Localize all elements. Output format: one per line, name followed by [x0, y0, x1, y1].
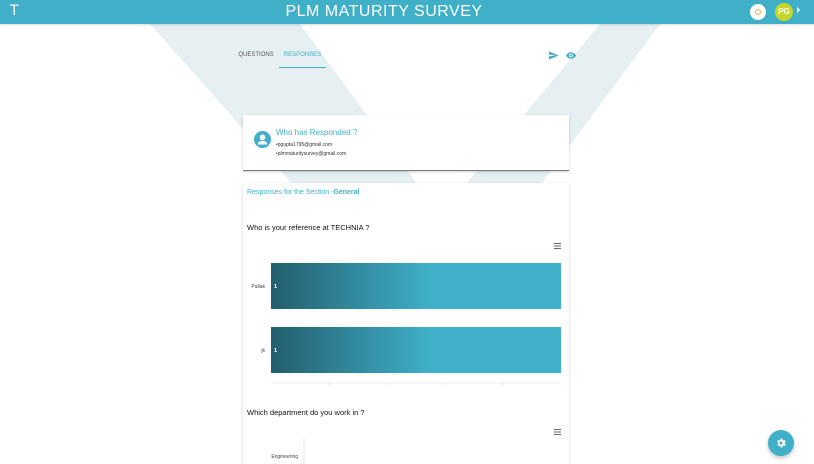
chart-menu-icon[interactable] — [554, 429, 561, 435]
app-title: PLM MATURITY SURVEY — [285, 3, 483, 20]
status-toggle-button[interactable] — [750, 4, 766, 20]
question-title: Which department do you work in ? — [247, 408, 365, 417]
question-title: Who is your reference at TECHNIA ? — [247, 223, 370, 232]
section-name: General — [333, 189, 360, 196]
respondent-email: plmmaturitysurvey@gmail.com — [276, 150, 346, 159]
person-icon — [254, 131, 271, 148]
respondents-card: Who has Responded ? pgupta1795@gmail.com… — [243, 115, 569, 171]
bar — [271, 263, 561, 309]
section-responses-card: Responses for the Section -General Who i… — [243, 183, 569, 464]
section-title: Responses for the Section -General — [247, 189, 359, 196]
bar — [271, 327, 561, 373]
category-label: Pallak — [251, 284, 265, 290]
category-label: jk — [260, 348, 265, 354]
send-icon[interactable] — [548, 50, 559, 61]
data-label: 1 — [274, 348, 277, 354]
menu-caret-icon[interactable] — [797, 7, 800, 13]
respondent-list: pgupta1795@gmail.com plmmaturitysurvey@g… — [276, 141, 346, 159]
section-title-prefix: Responses for the Section - — [247, 189, 334, 196]
user-avatar[interactable]: PG — [775, 3, 793, 21]
tab-questions[interactable]: QUESTIONS — [233, 46, 279, 68]
department-bar-chart: Engineering — [271, 438, 305, 464]
data-label: 1 — [274, 284, 277, 290]
settings-button[interactable] — [768, 430, 794, 456]
category-label: Engineering — [271, 454, 298, 460]
chart-menu-icon[interactable] — [554, 243, 561, 249]
reference-bar-chart: Pallak 1 jk 1 — [251, 263, 561, 385]
eye-icon[interactable] — [565, 50, 577, 61]
tab-responses[interactable]: RESPONSES — [279, 46, 326, 68]
respondent-email: pgupta1795@gmail.com — [276, 141, 346, 150]
status-dot-icon — [755, 9, 761, 15]
app-header: T PLM MATURITY SURVEY PG — [0, 0, 814, 24]
respondents-title: Who has Responded ? — [276, 128, 358, 137]
gear-icon — [777, 438, 786, 448]
